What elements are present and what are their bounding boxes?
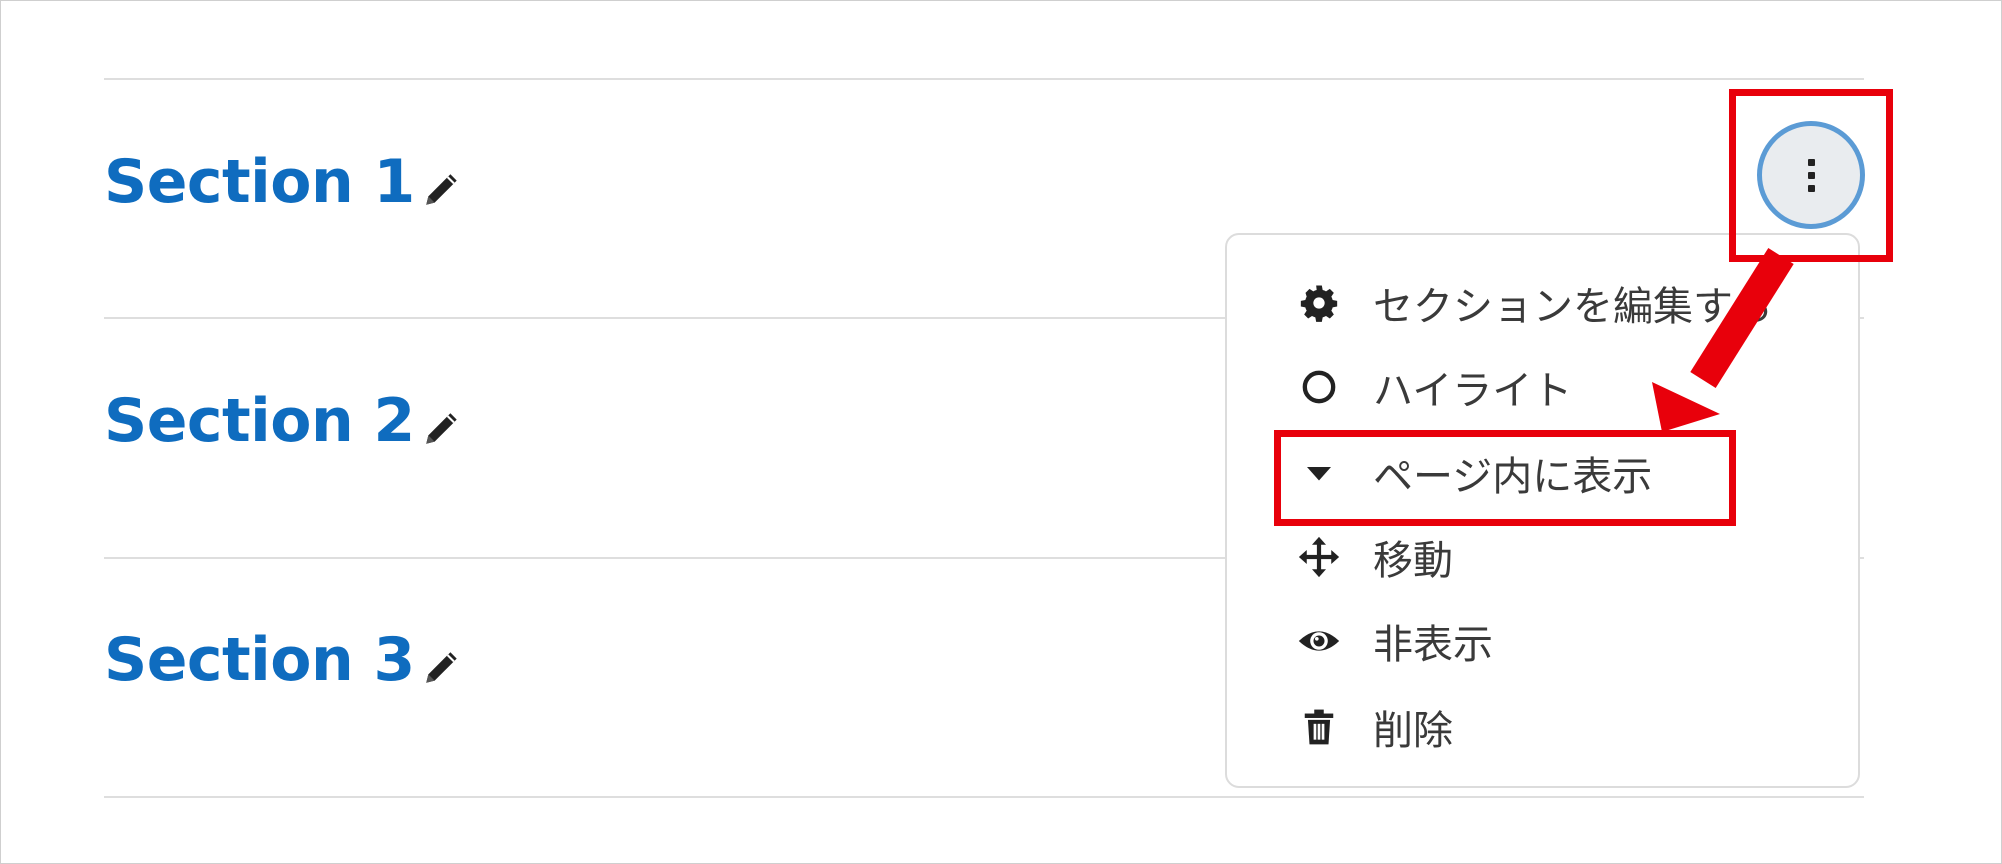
annotation-arrow — [1652, 248, 1794, 432]
